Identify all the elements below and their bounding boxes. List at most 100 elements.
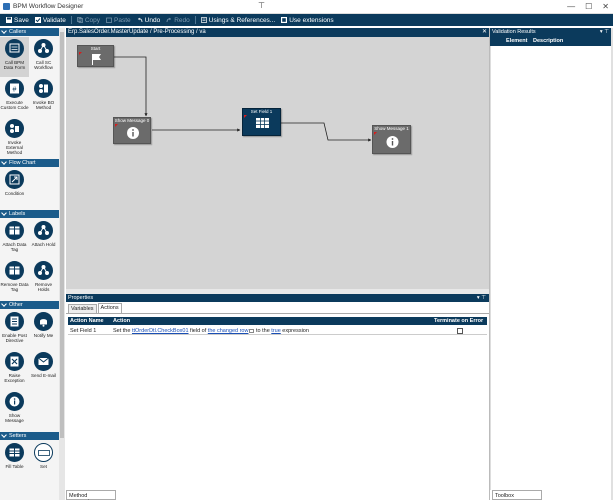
- palette-item-label: Remove Data Tag: [0, 282, 29, 292]
- tab-method-parameters[interactable]: Method parameters: [66, 490, 116, 500]
- error-flag-icon: [79, 52, 82, 55]
- node-show-message-0[interactable]: Show Message 0: [113, 117, 151, 144]
- validation-table-header: Element Description: [490, 37, 611, 46]
- section-title: Callers: [9, 29, 27, 35]
- palette-item-invoke-bo-method[interactable]: Invoke BO Method: [29, 77, 58, 117]
- palette-item-call-bpm-data-form[interactable]: Call BPM Data Form: [0, 37, 29, 77]
- undo-button[interactable]: Undo: [134, 15, 164, 25]
- palette-section-flow-chart[interactable]: Flow Chart: [0, 159, 59, 167]
- error-flag-icon: [115, 124, 118, 127]
- tab-actions[interactable]: Actions: [97, 303, 122, 313]
- palette-item-set[interactable]: Set: [29, 441, 58, 481]
- scrollbar-thumb[interactable]: [60, 32, 64, 438]
- palette-item-call-sc-workflow[interactable]: Call SC Workflow: [29, 37, 58, 77]
- column-action[interactable]: Action: [113, 318, 130, 324]
- column-action-name[interactable]: Action Name: [70, 318, 104, 324]
- palette-item-attach-hold[interactable]: Attach Hold: [29, 219, 58, 259]
- use-extensions-toggle[interactable]: Use extensions: [278, 15, 336, 25]
- copy-label: Copy: [84, 16, 101, 24]
- palette-item-label: Invoke External Method: [6, 140, 23, 155]
- section-title: Flow Chart: [9, 160, 36, 166]
- checkbox-icon: [34, 17, 41, 23]
- chevron-down-icon: [1, 432, 7, 438]
- copy-button[interactable]: Copy: [74, 15, 103, 25]
- table-icon: [256, 118, 269, 128]
- use-extensions-label: Use extensions: [289, 16, 334, 24]
- tab-variables[interactable]: Variables: [68, 304, 97, 313]
- external-method-icon: [5, 119, 24, 138]
- validate-button[interactable]: Validate: [32, 15, 69, 25]
- condition-icon: [5, 170, 24, 189]
- usings-references-button[interactable]: Usings & References...: [198, 15, 278, 25]
- palette-item-notify-me[interactable]: Notify Me: [29, 310, 58, 350]
- node-show-message-1[interactable]: Show Message 1: [372, 125, 411, 154]
- paste-label: Paste: [114, 16, 131, 24]
- expression-link[interactable]: true: [271, 328, 280, 334]
- close-button[interactable]: ✕: [602, 2, 609, 11]
- palette-item-attach-data-tag[interactable]: Attach Data Tag: [0, 219, 29, 259]
- pin-icon[interactable]: ▾ ⊤: [600, 28, 609, 37]
- maximize-button[interactable]: ☐: [585, 2, 592, 11]
- palette-item-invoke-external-method[interactable]: Invoke External Method: [0, 117, 29, 157]
- palette-item-label: Send E-mail: [30, 373, 57, 378]
- references-icon: [200, 17, 207, 23]
- terminate-on-error-checkbox[interactable]: [457, 328, 463, 334]
- palette-item-condition[interactable]: Condition: [0, 168, 29, 208]
- palette-section-setters[interactable]: Setters: [0, 432, 59, 440]
- pin-icon[interactable]: ⊤: [258, 1, 265, 10]
- palette-item-execute-custom-code[interactable]: # Execute Custom Code: [0, 77, 29, 117]
- properties-panel: Action Name Action Terminate on Error Se…: [66, 314, 489, 490]
- palette-item-label: Remove Holds: [34, 282, 53, 292]
- validation-results-list: [490, 46, 611, 490]
- column-element[interactable]: Element: [506, 38, 527, 44]
- properties-title: Properties: [68, 295, 94, 301]
- table-row[interactable]: Set Field 1 Set the ttOrderDtl.CheckBox0…: [68, 326, 487, 335]
- dropdown-icon[interactable]: [249, 328, 255, 333]
- action-text: expression: [280, 328, 309, 334]
- palette-item-fill-table[interactable]: Fill Table: [0, 441, 29, 481]
- properties-tabs: Variables Actions: [66, 303, 489, 314]
- palette-item-remove-holds[interactable]: Remove Holds: [29, 259, 58, 299]
- palette-section-callers[interactable]: Callers: [0, 28, 59, 36]
- workflow-canvas[interactable]: Start Show Message 0 Set Field 1 Show Me…: [66, 37, 489, 289]
- target-link[interactable]: the changed row: [208, 328, 249, 334]
- window-title: BPM Workflow Designer: [13, 3, 84, 10]
- redo-label: Redo: [174, 16, 190, 24]
- palette-item-show-message[interactable]: Show Message: [0, 390, 29, 430]
- section-title: Labels: [9, 211, 26, 217]
- palette-item-raise-exception[interactable]: Raise Exception: [0, 350, 29, 390]
- node-set-field-1[interactable]: Set Field 1: [242, 108, 281, 136]
- chevron-down-icon: [1, 159, 7, 165]
- form-icon: [5, 39, 24, 58]
- toolbar-separator: [194, 16, 196, 24]
- tab-toolbox[interactable]: Toolbox: [492, 490, 542, 500]
- redo-button[interactable]: Redo: [163, 15, 193, 25]
- palette-item-label: Call BPM Data Form: [3, 60, 26, 70]
- pin-icon[interactable]: ▾ ⊤: [477, 294, 486, 302]
- column-description[interactable]: Description: [533, 38, 563, 44]
- palette-item-label: Execute Custom Code: [0, 100, 29, 110]
- palette-scrollbar[interactable]: [59, 28, 65, 500]
- redo-icon: [166, 17, 171, 23]
- directive-icon: [5, 312, 24, 331]
- save-button[interactable]: Save: [3, 15, 32, 25]
- close-icon[interactable]: ✕: [482, 28, 487, 35]
- workflow-icon: [34, 39, 53, 58]
- palette-item-remove-data-tag[interactable]: Remove Data Tag: [0, 259, 29, 299]
- column-terminate-on-error[interactable]: Terminate on Error: [434, 318, 483, 324]
- palette-item-enable-post-directive[interactable]: Enable Post Directive: [0, 310, 29, 350]
- designer-tab[interactable]: Erp.SalesOrder.MasterUpdate / Pre-Proces…: [67, 29, 206, 35]
- save-icon: [6, 17, 12, 23]
- palette-section-labels[interactable]: Labels: [0, 210, 59, 218]
- action-cell: Set the ttOrderDtl.CheckBox01 field of t…: [113, 328, 309, 334]
- palette-item-label: Attach Data Tag: [2, 242, 27, 252]
- info-icon: [127, 127, 139, 139]
- palette-section-other[interactable]: Other: [0, 301, 59, 309]
- paste-button[interactable]: Paste: [103, 15, 134, 25]
- palette-item-label: Fill Table: [5, 464, 24, 469]
- info-icon: [5, 392, 24, 411]
- node-start[interactable]: Start: [77, 45, 114, 67]
- field-link[interactable]: ttOrderDtl.CheckBox01: [132, 328, 189, 334]
- minimize-button[interactable]: —: [567, 2, 575, 11]
- palette-item-send-email[interactable]: Send E-mail: [29, 350, 58, 390]
